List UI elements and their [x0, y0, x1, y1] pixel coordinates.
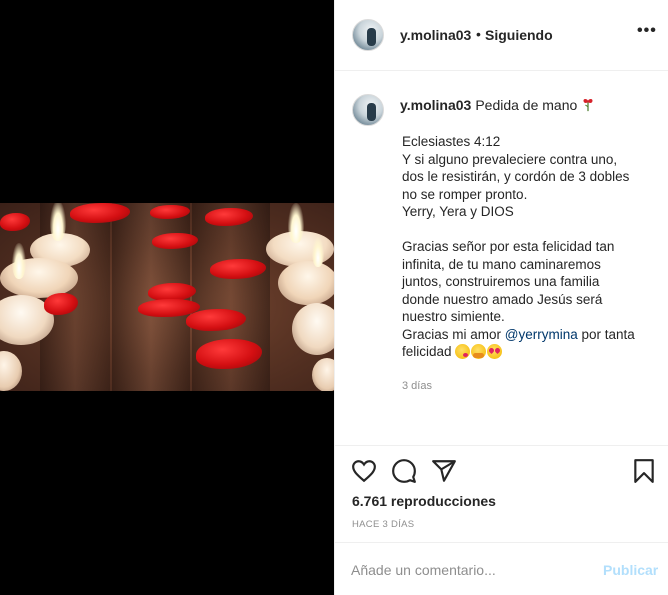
candle-flame [288, 203, 304, 243]
caption-thanks-last: felicidad [402, 344, 456, 359]
candle-flame [12, 243, 26, 279]
comment-bubble-icon[interactable] [391, 458, 417, 484]
like-heart-icon[interactable] [351, 458, 377, 484]
candle [0, 351, 22, 391]
post-details-panel: y.molina03 • Siguiendo ••• y.molina03 Ped… [334, 0, 668, 595]
avatar[interactable] [352, 19, 384, 51]
face-blowing-kiss-icon [455, 344, 471, 359]
posted-time-ago[interactable]: HACE 3 DÍAS [352, 519, 414, 530]
comment-input[interactable] [351, 559, 591, 581]
publish-button[interactable]: Publicar [603, 562, 658, 578]
caption-timestamp[interactable]: 3 días [402, 380, 432, 392]
caption-thanks-suffix: por tanta [577, 326, 635, 342]
username-link[interactable]: y.molina03 [400, 27, 471, 43]
caption-heading: y.molina03 Pedida de mano [400, 97, 595, 113]
caption-avatar[interactable] [352, 94, 384, 126]
caption-line: Y si alguno prevaleciere contra uno, [402, 151, 618, 167]
save-bookmark-icon[interactable] [631, 458, 657, 484]
candle-flame [312, 237, 324, 267]
candle [312, 358, 334, 391]
caption-line: dos le resistirán, y cordón de 3 dobles [402, 169, 630, 184]
separator-dot: • [476, 26, 481, 42]
candle [292, 303, 334, 355]
caption-line: juntos, construiremos una familia [402, 274, 600, 289]
following-button[interactable]: Siguiendo [485, 27, 553, 43]
caption-body: Eclesiastes 4:12 Y si alguno prevalecier… [402, 133, 652, 361]
candle-flame [50, 203, 66, 241]
rose-petal [0, 213, 30, 231]
post-media-panel [0, 0, 334, 595]
comment-form: Publicar [335, 542, 668, 595]
caption-username-link[interactable]: y.molina03 [400, 97, 471, 113]
caption-thanks-line: Gracias mi amor @yerrymina por tanta [402, 327, 635, 342]
caption-line: Yerry, Yera y DIOS [402, 204, 514, 219]
caption-thanks-prefix: Gracias mi amor [402, 326, 505, 342]
caption-last-line: felicidad [402, 344, 503, 359]
caption-line: donde nuestro amado Jesús será [402, 291, 603, 307]
share-send-icon[interactable] [431, 458, 457, 484]
heart-eyes-icon [487, 344, 503, 359]
wilted-rose-icon [583, 99, 593, 112]
post-header: y.molina03 • Siguiendo ••• [335, 0, 668, 71]
caption-title: Pedida de mano [475, 97, 578, 113]
candle [278, 261, 334, 305]
action-bar: 6.761 reproducciones HACE 3 DÍAS Publica… [335, 445, 668, 595]
caption-line: Gracias señor por esta felicidad tan [402, 239, 615, 254]
post-video[interactable] [0, 203, 334, 391]
more-options-icon[interactable]: ••• [637, 22, 657, 40]
mention-link[interactable]: @yerrymina [505, 327, 578, 342]
views-count[interactable]: 6.761 reproducciones [352, 493, 496, 509]
caption-line: infinita, de tu mano caminaremos [402, 256, 601, 272]
caption-line: nuestro simiente. [402, 309, 505, 324]
caption-line: Eclesiastes 4:12 [402, 134, 501, 149]
hugging-face-icon [471, 344, 487, 359]
caption-line: no se romper pronto. [402, 186, 528, 202]
caption-lines: Eclesiastes 4:12 Y si alguno prevalecier… [402, 134, 629, 324]
